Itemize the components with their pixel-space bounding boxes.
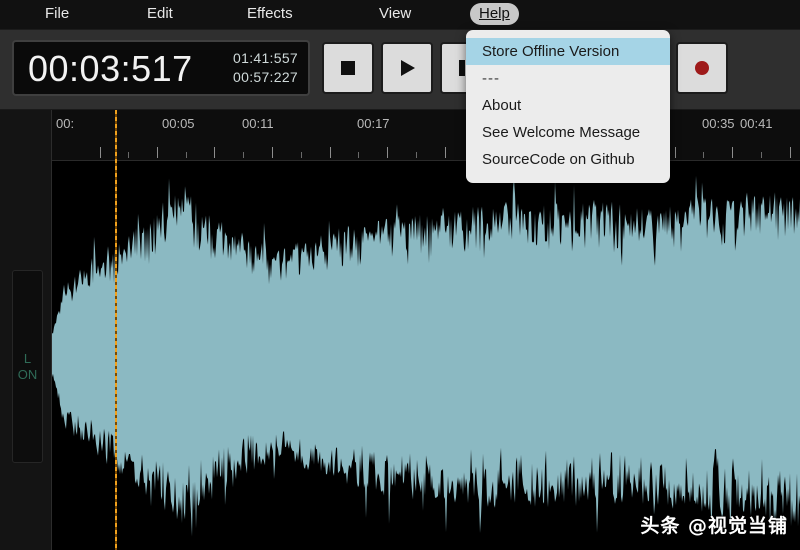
total-duration-display: 01:41:557 <box>233 50 298 66</box>
ruler-tick-major <box>445 147 446 158</box>
ruler-tick-minor <box>128 152 129 158</box>
ruler-label: 00:05 <box>162 116 195 131</box>
stop-button[interactable] <box>322 42 374 94</box>
menu-option-label: See Welcome Message <box>482 124 641 141</box>
menu-item-effects[interactable]: Effects <box>238 3 302 25</box>
help-dropdown-menu: Store Offline Version --- About See Welc… <box>466 30 670 183</box>
record-icon <box>692 58 712 78</box>
ruler-tick-major <box>732 147 733 158</box>
menu-option-label: About <box>482 97 522 114</box>
playhead-cursor[interactable] <box>115 110 117 550</box>
ruler-label: 00:11 <box>242 116 274 131</box>
menu-item-help-label: Help <box>479 5 510 22</box>
ruler-label: 00:41 <box>740 116 773 131</box>
menu-item-help[interactable]: Help <box>470 3 519 25</box>
menu-option-store-offline-version[interactable]: Store Offline Version <box>466 38 670 65</box>
menu-option-see-welcome-message[interactable]: See Welcome Message <box>466 119 670 146</box>
menu-item-view[interactable]: View <box>370 3 420 25</box>
record-button[interactable] <box>676 42 728 94</box>
ruler-tick-major <box>675 147 676 158</box>
audio-editor-window: File Edit Effects View Help 00:03:517 01… <box>0 0 800 550</box>
transport-toolbar: 00:03:517 01:41:557 00:57:227 <box>0 29 800 110</box>
ruler-label: 00:35 <box>702 116 735 131</box>
menu-option-label: Store Offline Version <box>482 43 620 60</box>
watermark-overlay: 头条 @视觉当铺 <box>640 515 788 537</box>
menu-item-file[interactable]: File <box>36 3 78 25</box>
channel-control-left[interactable]: L ON <box>12 270 43 463</box>
menu-item-view-label: View <box>379 5 412 22</box>
ruler-tick-minor <box>358 152 359 158</box>
play-icon <box>397 58 417 78</box>
current-time-display: 00:03:517 <box>28 48 193 89</box>
menu-separator: --- <box>466 65 670 92</box>
ruler-tick-minor <box>416 152 417 158</box>
time-display-panel[interactable]: 00:03:517 01:41:557 00:57:227 <box>12 40 310 96</box>
ruler-label: 00: <box>56 116 75 131</box>
ruler-tick-minor <box>243 152 244 158</box>
menu-separator-label: --- <box>482 70 500 87</box>
ruler-tick-minor <box>301 152 302 158</box>
ruler-tick-minor <box>703 152 704 158</box>
ruler-tick-major <box>790 147 791 158</box>
menu-item-file-label: File <box>45 5 70 22</box>
play-button[interactable] <box>381 42 433 94</box>
menu-item-effects-label: Effects <box>247 5 293 22</box>
menu-item-edit-label: Edit <box>147 5 173 22</box>
ruler-tick-major <box>214 147 215 158</box>
ruler-tick-minor <box>186 152 187 158</box>
ruler-label: 00:17 <box>357 116 390 131</box>
ruler-tick-major <box>157 147 158 158</box>
stop-icon <box>338 58 358 78</box>
ruler-tick-major <box>272 147 273 158</box>
channel-name-label: L <box>23 351 32 366</box>
remaining-time-display: 00:57:227 <box>233 69 298 85</box>
channel-state-label: ON <box>17 367 38 382</box>
ruler-tick-minor <box>761 152 762 158</box>
timeline-ruler[interactable]: 00: 00:05 00:11 00:17 00:23 00:29 00:35 … <box>52 110 800 161</box>
menu-bar: File Edit Effects View Help <box>0 0 800 30</box>
menu-option-label: SourceCode on Github <box>482 151 635 168</box>
ruler-tick-major <box>330 147 331 158</box>
track-header-gutter: L ON <box>0 110 52 550</box>
menu-option-sourcecode-on-github[interactable]: SourceCode on Github <box>466 146 670 173</box>
menu-item-edit[interactable]: Edit <box>138 3 182 25</box>
waveform-canvas[interactable] <box>52 160 800 550</box>
waveform-track[interactable] <box>52 160 800 550</box>
menu-option-about[interactable]: About <box>466 92 670 119</box>
ruler-tick-major <box>387 147 388 158</box>
ruler-tick-major <box>100 147 101 158</box>
secondary-time-displays: 01:41:557 00:57:227 <box>233 49 298 87</box>
